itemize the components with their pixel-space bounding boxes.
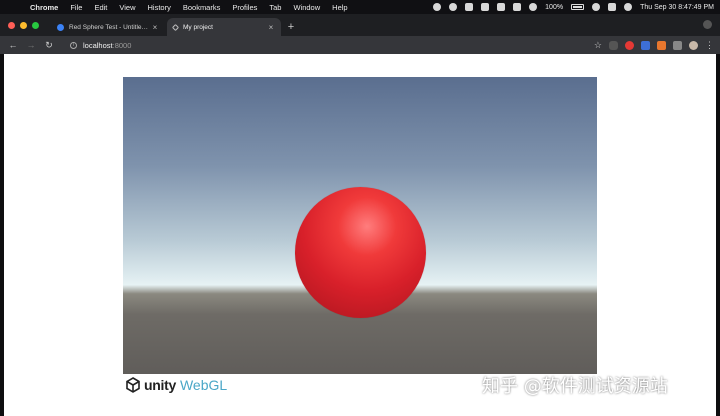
tab-title: My project — [183, 23, 213, 31]
tab-strip: Red Sphere Test - Untitled Cre × My proj… — [0, 14, 720, 36]
display-icon[interactable] — [497, 3, 506, 11]
minimize-window-button[interactable] — [20, 21, 27, 29]
wifi-icon[interactable] — [529, 3, 538, 11]
unity-logo-icon — [126, 377, 140, 393]
window-controls — [8, 14, 39, 36]
zoom-window-button[interactable] — [32, 21, 39, 29]
back-icon[interactable]: ← — [6, 40, 20, 50]
menu-tab[interactable]: Tab — [269, 3, 281, 12]
clipboard-icon[interactable] — [481, 3, 490, 11]
watermark-text: 知乎 @软件测试资源站 — [482, 376, 668, 397]
menu-app-chrome[interactable]: Chrome — [30, 3, 58, 12]
menubar-clock[interactable]: Thu Sep 30 8:47:49 PM — [640, 4, 714, 11]
status-area: 100% Thu Sep 30 8:47:49 PM — [433, 3, 714, 11]
url-host: localhost — [83, 40, 113, 50]
menu-bookmarks[interactable]: Bookmarks — [183, 3, 221, 12]
profile-avatar[interactable] — [689, 40, 698, 50]
close-tab-icon[interactable]: × — [151, 23, 159, 32]
navigation-icon[interactable] — [449, 3, 458, 11]
project-favicon-icon — [171, 23, 180, 31]
tab-my-project[interactable]: My project × — [167, 18, 281, 36]
control-center-icon[interactable] — [608, 3, 617, 11]
siri-icon[interactable] — [624, 3, 633, 11]
close-window-button[interactable] — [8, 21, 15, 29]
dropbox-icon[interactable] — [465, 3, 474, 11]
more-menu-icon[interactable]: ⋮ — [705, 40, 714, 51]
menu-help[interactable]: Help — [332, 3, 347, 12]
reload-icon[interactable]: ↻ — [42, 40, 56, 51]
close-tab-icon[interactable]: × — [267, 23, 275, 32]
tab-title: Red Sphere Test - Untitled Cre — [69, 23, 151, 31]
menu-file[interactable]: File — [70, 3, 82, 12]
menu-profiles[interactable]: Profiles — [232, 3, 257, 12]
webgl-label: WebGL — [179, 377, 228, 393]
bookmark-star-icon[interactable]: ☆ — [594, 40, 602, 51]
pocket-extension-icon[interactable] — [609, 40, 618, 50]
battery-icon[interactable] — [571, 4, 585, 10]
new-tab-button[interactable]: + — [283, 18, 299, 36]
toolbar-actions: ☆ ⋮ — [594, 40, 714, 51]
tab-search-icon[interactable] — [703, 20, 712, 29]
url-port: :8000 — [112, 40, 132, 50]
battery-percent: 100% — [545, 3, 564, 11]
menu-view[interactable]: View — [119, 3, 135, 12]
unity-favicon-icon — [57, 23, 64, 31]
extensions-puzzle-icon[interactable] — [673, 40, 682, 50]
site-info-icon[interactable]: i — [70, 41, 77, 49]
address-bar[interactable]: i localhost:8000 — [64, 38, 584, 52]
grid-icon[interactable] — [513, 3, 522, 11]
adblock-extension-icon[interactable] — [625, 40, 634, 50]
search-icon[interactable] — [592, 3, 601, 11]
forward-icon[interactable]: → — [24, 40, 38, 50]
browser-toolbar: ← → ↻ i localhost:8000 ☆ ⋮ — [0, 36, 720, 54]
shield-extension-icon[interactable] — [641, 40, 650, 50]
record-icon[interactable] — [433, 3, 442, 11]
menu-edit[interactable]: Edit — [94, 3, 107, 12]
orange-extension-icon[interactable] — [657, 40, 666, 50]
macos-menu-bar: Chrome File Edit View History Bookmarks … — [0, 0, 720, 14]
tab-red-sphere-test[interactable]: Red Sphere Test - Untitled Cre × — [51, 18, 165, 36]
red-sphere — [295, 187, 426, 318]
menu-history[interactable]: History — [148, 3, 171, 12]
unity-brand-text: unity — [144, 377, 176, 393]
menu-window[interactable]: Window — [293, 3, 320, 12]
